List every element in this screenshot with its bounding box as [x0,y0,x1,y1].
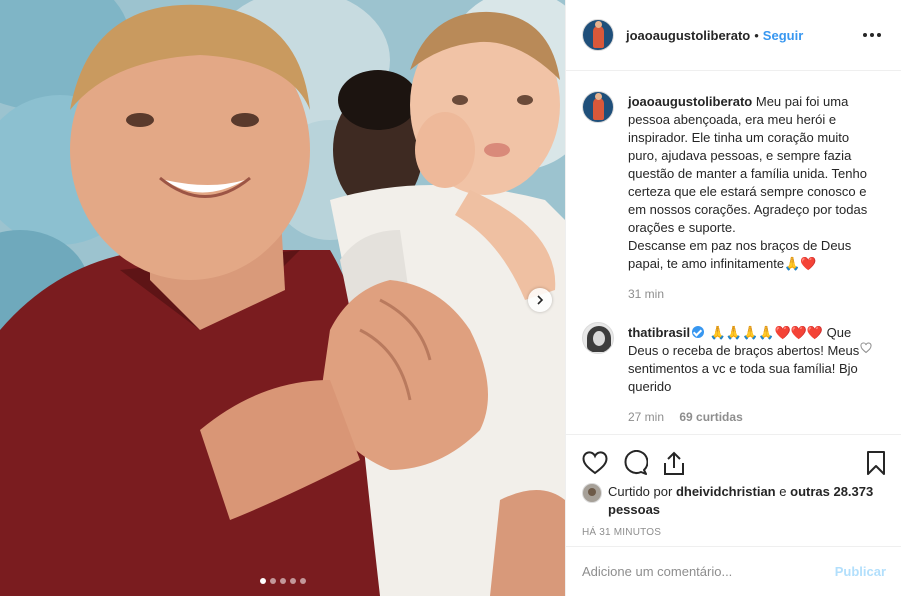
liked-by-user[interactable]: dheividchristian [676,484,776,499]
follow-button[interactable]: Seguir [763,28,803,43]
post-header: joaoaugustoliberato • Seguir [566,0,901,71]
comments-list[interactable]: joaoaugustoliberato Meu pai foi uma pess… [566,72,901,434]
caption: joaoaugustoliberato Meu pai foi uma pess… [582,91,886,303]
likes-summary: Curtido por dheividchristian e outras 28… [582,483,886,519]
bookmark-icon[interactable] [866,450,886,476]
author-username[interactable]: joaoaugustoliberato [626,28,750,43]
author-avatar[interactable] [582,91,614,123]
photo-illustration [0,0,565,596]
post-actions: Curtido por dheividchristian e outras 28… [566,434,901,538]
comment-input[interactable] [582,564,835,579]
next-photo-button[interactable] [528,288,552,312]
add-comment-bar: Publicar [566,546,901,596]
carousel-dot [279,578,286,584]
header-separator: • [754,27,759,43]
carousel-dot [299,578,306,584]
post-timestamp[interactable]: HÁ 31 MINUTOS [582,527,886,538]
carousel-dot [259,578,266,584]
like-heart-icon[interactable] [582,451,608,475]
commenter-avatar[interactable] [582,322,614,354]
caption-text: Meu pai foi uma pessoa abençoada, era me… [628,94,868,271]
post-side-panel: joaoaugustoliberato • Seguir joaoaugusto… [565,0,901,596]
verified-badge-icon [692,326,705,338]
liked-by-conj: e [779,484,787,499]
comment-bubble-icon[interactable] [622,450,648,476]
caption-username[interactable]: joaoaugustoliberato [628,94,752,109]
comment-item: thatibrasil 🙏🙏🙏🙏❤️❤️❤️ Que Deus o receba… [582,322,886,426]
comment-time[interactable]: 27 min [628,410,664,424]
post-photo[interactable] [0,0,565,596]
caption-time[interactable]: 31 min [628,287,664,301]
comment-likes[interactable]: 69 curtidas [679,410,742,424]
commenter-username[interactable]: thatibrasil [628,325,690,340]
carousel-indicator [0,578,565,584]
author-avatar[interactable] [582,19,614,51]
instagram-post: joaoaugustoliberato • Seguir joaoaugusto… [0,0,901,596]
more-options-icon[interactable] [859,29,885,41]
chevron-right-icon [537,295,544,305]
share-icon[interactable] [662,450,686,476]
liked-by-prefix: Curtido por [608,484,673,499]
like-comment-heart-icon[interactable] [860,342,872,354]
carousel-dot [289,578,296,584]
carousel-dot [269,578,276,584]
liker-avatar[interactable] [582,483,602,503]
publish-button[interactable]: Publicar [835,564,886,579]
